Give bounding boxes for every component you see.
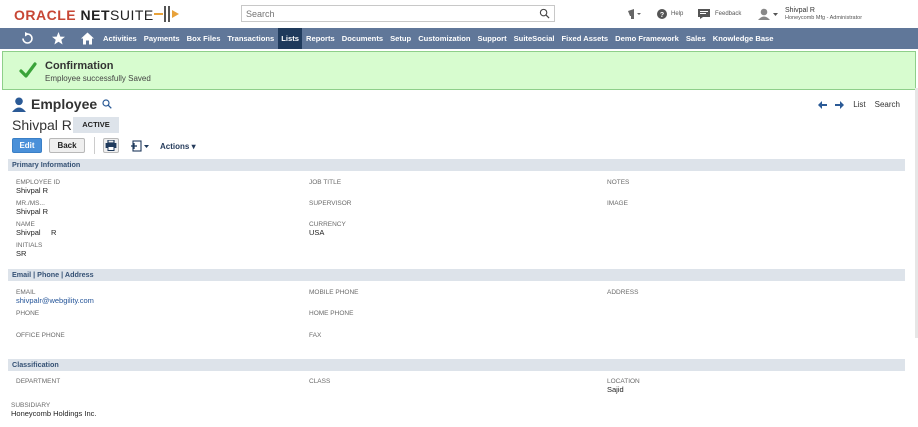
help-link[interactable]: ? Help bbox=[657, 6, 683, 22]
field-mr-ms: MR./MS... Shivpal R bbox=[16, 200, 49, 216]
field-email: EMAIL shivpalr@webgility.com bbox=[16, 289, 94, 305]
field-image: IMAGE bbox=[607, 200, 628, 207]
search-icon[interactable] bbox=[102, 99, 112, 109]
new-record-icon bbox=[131, 140, 149, 152]
global-search[interactable] bbox=[241, 5, 555, 22]
nav-item-payments[interactable]: Payments bbox=[141, 28, 183, 49]
recent-records-icon bbox=[628, 9, 641, 19]
nav-item-activities[interactable]: Activities bbox=[100, 28, 140, 49]
field-home-phone: HOME PHONE bbox=[309, 310, 354, 317]
confirmation-banner: Confirmation Employee successfully Saved bbox=[2, 51, 916, 90]
edit-button[interactable]: Edit bbox=[12, 138, 42, 153]
nav-item-support[interactable]: Support bbox=[475, 28, 510, 49]
section-primary-information[interactable]: Primary Information bbox=[8, 159, 905, 171]
section-email-phone-address[interactable]: Email | Phone | Address bbox=[8, 269, 905, 281]
search-icon[interactable] bbox=[539, 8, 550, 19]
arrow-right-icon[interactable] bbox=[835, 100, 845, 109]
nav-item-box-files[interactable]: Box Files bbox=[184, 28, 224, 49]
field-address: ADDRESS bbox=[607, 289, 639, 296]
printer-icon bbox=[105, 139, 117, 151]
nav-item-demo-framework[interactable]: Demo Framework bbox=[612, 28, 682, 49]
field-notes: NOTES bbox=[607, 179, 630, 186]
nav-item-knowledge-base[interactable]: Knowledge Base bbox=[710, 28, 777, 49]
field-supervisor: SUPERVISOR bbox=[309, 200, 352, 207]
print-button[interactable] bbox=[103, 138, 119, 153]
feedback-icon bbox=[698, 9, 710, 19]
nav-menu: Activities Payments Box Files Transactions L… bbox=[100, 28, 777, 49]
field-phone: PHONE bbox=[16, 310, 40, 317]
arrow-left-icon[interactable] bbox=[818, 100, 828, 109]
status-badge: ACTIVE bbox=[73, 117, 119, 133]
field-location: LOCATION Sajid bbox=[607, 378, 640, 394]
field-job-title: JOB TITLE bbox=[309, 179, 342, 186]
new-record-menu[interactable] bbox=[130, 140, 150, 154]
back-button[interactable]: Back bbox=[49, 138, 85, 153]
email-link[interactable]: shivpalr@webgility.com bbox=[16, 296, 94, 305]
avatar-icon bbox=[758, 8, 778, 20]
user-menu[interactable]: Shivpal R Honeycomb Mfg - Administrator bbox=[757, 6, 862, 22]
toolbar-divider bbox=[94, 137, 95, 154]
nav-item-suitesocial[interactable]: SuiteSocial bbox=[511, 28, 558, 49]
confirmation-message: Employee successfully Saved bbox=[45, 74, 151, 83]
search-input[interactable] bbox=[242, 6, 527, 21]
field-name: NAME Shivpal R bbox=[16, 221, 57, 237]
field-class: CLASS bbox=[309, 378, 331, 385]
record-name: Shivpal R bbox=[12, 117, 72, 133]
user-name: Shivpal R bbox=[785, 6, 815, 14]
list-link[interactable]: List bbox=[853, 100, 865, 109]
nav-item-sales[interactable]: Sales bbox=[683, 28, 709, 49]
chevron-down-icon: ▾ bbox=[191, 142, 196, 151]
user-role: Honeycomb Mfg - Administrator bbox=[785, 14, 863, 21]
nav-item-fixed-assets[interactable]: Fixed Assets bbox=[559, 28, 612, 49]
field-currency: CURRENCY USA bbox=[309, 221, 346, 237]
company-logo-icon bbox=[154, 6, 179, 22]
field-initials: INITIALS SR bbox=[16, 242, 43, 258]
confirmation-title: Confirmation bbox=[45, 60, 114, 72]
search-link[interactable]: Search bbox=[875, 100, 900, 109]
home-icon[interactable] bbox=[80, 31, 95, 46]
nav-item-lists[interactable]: Lists bbox=[278, 28, 303, 49]
field-office-phone: OFFICE PHONE bbox=[16, 332, 65, 339]
field-employee-id: EMPLOYEE ID Shivpal R bbox=[16, 179, 61, 195]
employee-icon bbox=[12, 97, 26, 112]
nav-item-customization[interactable]: Customization bbox=[415, 28, 473, 49]
section-classification[interactable]: Classification bbox=[8, 359, 905, 371]
nav-item-setup[interactable]: Setup bbox=[387, 28, 414, 49]
top-header: ORACLE NETSUITE ? Help bbox=[0, 0, 918, 28]
feedback-link[interactable]: Feedback bbox=[698, 6, 741, 22]
field-department: DEPARTMENT bbox=[16, 378, 61, 385]
netsuite-logo[interactable]: ORACLE NETSUITE bbox=[14, 7, 154, 23]
record-type-header: Employee bbox=[12, 96, 112, 112]
main-nav: Activities Payments Box Files Transactions L… bbox=[0, 28, 918, 49]
record-navigation: List Search bbox=[818, 100, 900, 109]
record-type-title: Employee bbox=[31, 96, 98, 112]
recent-icon[interactable] bbox=[20, 31, 35, 46]
field-subsidiary: SUBSIDIARY Honeycomb Holdings Inc. bbox=[11, 402, 97, 418]
actions-menu[interactable]: Actions ▾ bbox=[160, 142, 196, 151]
star-icon[interactable] bbox=[51, 31, 66, 46]
field-mobile-phone: MOBILE PHONE bbox=[309, 289, 359, 296]
field-fax: FAX bbox=[309, 332, 322, 339]
help-icon: ? bbox=[657, 9, 667, 19]
nav-item-transactions[interactable]: Transactions bbox=[224, 28, 277, 49]
recent-records-menu[interactable] bbox=[626, 6, 642, 22]
nav-item-reports[interactable]: Reports bbox=[303, 28, 338, 49]
nav-item-documents[interactable]: Documents bbox=[339, 28, 386, 49]
checkmark-icon bbox=[19, 62, 37, 78]
svg-text:?: ? bbox=[660, 12, 664, 19]
